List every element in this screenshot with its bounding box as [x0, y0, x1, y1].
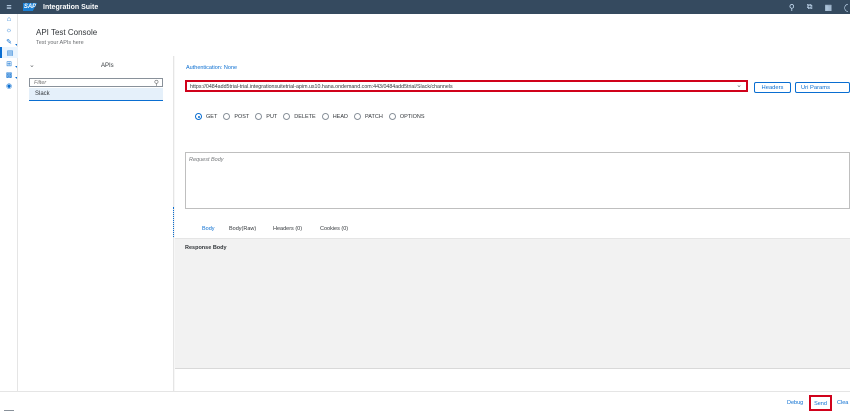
radio[interactable]	[283, 113, 291, 120]
radio[interactable]	[255, 113, 263, 120]
tab-body-raw[interactable]: Body(Raw)	[229, 226, 256, 232]
radio[interactable]	[223, 113, 231, 120]
request-panel: Authentication: None https://0484add5tri…	[175, 56, 850, 391]
url-value: https://0484add5trial-trial.integrations…	[190, 83, 453, 90]
divider	[4, 410, 14, 411]
user-icon[interactable]: ◯	[844, 3, 848, 12]
method-post[interactable]: POST	[223, 113, 249, 120]
list-item-label: Slack	[35, 91, 50, 97]
grid-icon[interactable]: ▦	[824, 3, 832, 12]
method-label: POST	[234, 113, 250, 120]
request-body-placeholder: Request Body	[189, 157, 224, 163]
app-title: Integration Suite	[43, 3, 99, 11]
discover-icon[interactable]: ☼	[0, 25, 18, 36]
page-header: API Test Console Test your APIs here	[18, 14, 850, 56]
sap-logo: SAP	[23, 3, 37, 11]
method-label: OPTIONS	[399, 113, 425, 120]
side-navigation: ⌂ ☼ ✎ ▤ ⊞ ▩ ◉	[0, 14, 18, 413]
method-label: HEAD	[332, 113, 348, 120]
method-delete[interactable]: DELETE	[283, 113, 316, 120]
clear-button[interactable]: Clea	[837, 400, 848, 406]
chevron-down-icon[interactable]: ⌄	[29, 61, 35, 69]
search-icon[interactable]: ⚲	[154, 79, 159, 87]
method-head[interactable]: HEAD	[321, 113, 348, 120]
apis-header-label: APIs	[101, 63, 114, 69]
response-body-label: Response Body	[185, 245, 227, 251]
filter-field[interactable]: ⚲	[29, 78, 163, 87]
shell-bar: ≡ SAP Integration Suite ⚲ ⧉ ▦ ◯	[0, 0, 850, 14]
radio[interactable]	[388, 113, 396, 120]
design-icon[interactable]: ✎	[0, 36, 18, 47]
method-radio-group: GET POST PUT DELETE HEAD PATCH OPTIONS	[195, 113, 431, 120]
page-subtitle: Test your APIs here	[36, 40, 84, 46]
headers-button[interactable]: Headers	[754, 82, 791, 93]
response-body-area: Response Body	[175, 238, 850, 369]
tab-cookies[interactable]: Cookies (0)	[320, 226, 348, 232]
radio-selected[interactable]	[195, 113, 202, 120]
method-label: PUT	[266, 113, 278, 120]
request-body-field[interactable]: Request Body	[185, 152, 850, 209]
tab-headers[interactable]: Headers (0)	[273, 226, 302, 232]
chevron-down-icon[interactable]: ⌄	[736, 81, 742, 89]
radio[interactable]	[353, 113, 361, 120]
apis-panel: ⌄ APIs ⚲ Slack	[18, 56, 174, 391]
send-button-highlight: Send	[809, 395, 832, 411]
page-title: API Test Console	[36, 28, 98, 37]
home-icon[interactable]: ⌂	[0, 14, 18, 25]
url-input[interactable]: https://0484add5trial-trial.integrations…	[185, 80, 748, 92]
filter-input[interactable]	[30, 79, 140, 86]
monitor-icon[interactable]: ▩	[0, 69, 18, 80]
debug-button[interactable]: Debug	[787, 400, 803, 406]
method-options[interactable]: OPTIONS	[388, 113, 425, 120]
test-icon[interactable]: ▤	[0, 47, 18, 58]
help-icon[interactable]: ⚲	[789, 3, 795, 12]
uri-params-button[interactable]: Uri Params	[795, 82, 850, 93]
divider	[175, 368, 850, 369]
footer-toolbar: Debug Send Clea	[0, 391, 850, 413]
response-tabs: Body Body(Raw) Headers (0) Cookies (0)	[175, 219, 850, 239]
method-patch[interactable]: PATCH	[353, 113, 383, 120]
apis-panel-header: ⌄ APIs	[18, 56, 174, 76]
authentication-link[interactable]: Authentication: None	[186, 65, 237, 71]
configure-icon[interactable]: ⊞	[0, 58, 18, 69]
settings-icon[interactable]: ◉	[0, 80, 18, 91]
method-label: GET	[206, 113, 218, 120]
method-label: DELETE	[294, 113, 316, 120]
radio[interactable]	[321, 113, 329, 120]
method-label: PATCH	[364, 113, 383, 120]
shell-actions: ⚲ ⧉ ▦ ◯	[789, 0, 850, 14]
method-put[interactable]: PUT	[255, 113, 277, 120]
list-item[interactable]: Slack	[29, 88, 163, 101]
tab-body[interactable]: Body	[202, 226, 215, 232]
copy-icon[interactable]: ⧉	[807, 2, 813, 12]
menu-icon[interactable]: ≡	[3, 2, 15, 12]
method-get[interactable]: GET	[195, 113, 217, 120]
send-button[interactable]: Send	[813, 399, 828, 408]
